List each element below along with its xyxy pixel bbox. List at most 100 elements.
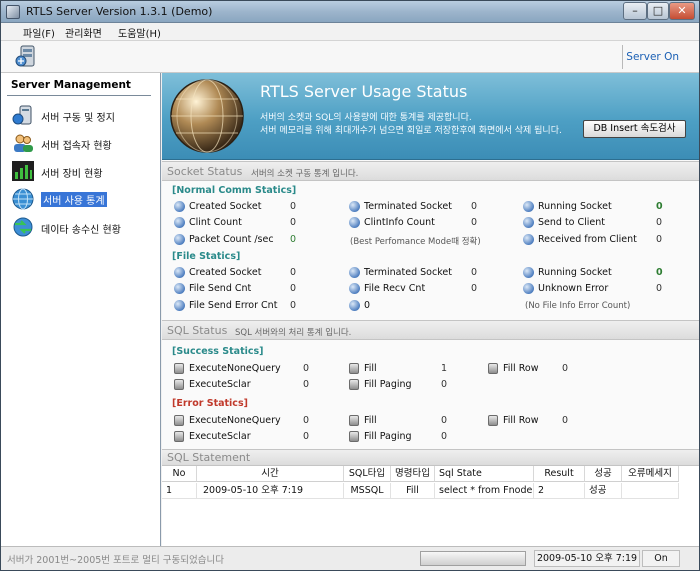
sql-statement-table[interactable]: No 시간 SQL타입 명령타입 Sql State Result 성공 오류메…: [162, 466, 699, 546]
sidebar-divider: [7, 95, 151, 96]
column-header-result[interactable]: Result: [534, 466, 585, 482]
stat-value: 0: [656, 283, 663, 294]
section-subtitle: 서버의 소켓 구동 통계 입니다.: [251, 169, 359, 179]
server-toggle-button[interactable]: [13, 44, 41, 70]
section-title: Socket Status: [167, 165, 243, 178]
sidebar: Server Management 서버 구동 및 정지 서버 접속자 현황 서…: [1, 73, 161, 546]
server-icon: [15, 45, 35, 67]
table-cell[interactable]: 1: [162, 483, 197, 499]
app-icon: [6, 5, 20, 19]
normal-comm-title: [Normal Comm Statics]: [172, 185, 297, 196]
server-status-label: Server On: [626, 51, 679, 63]
banner-description-2: 서버 메모리를 위해 최대개수가 넘으면 회일로 저장한후에 화면에서 삭제 됩…: [260, 126, 562, 136]
section-title: SQL Statement: [167, 451, 251, 464]
status-datetime: 2009-05-10 오후 7:19: [534, 550, 640, 567]
sidebar-item-devices[interactable]: 서버 장비 현황: [11, 159, 151, 183]
menu-management[interactable]: 관리화면: [65, 25, 102, 40]
sidebar-item-label: 서버 구동 및 정지: [41, 113, 115, 124]
sidebar-item-data-transfer[interactable]: 데이타 송수신 현황: [11, 215, 151, 239]
sidebar-item-label: 데이타 송수신 현황: [41, 225, 121, 236]
app-window: RTLS Server Version 1.3.1 (Demo) – □ ✕ 파…: [0, 0, 700, 571]
window-title: RTLS Server Version 1.3.1 (Demo): [26, 5, 213, 18]
table-cell[interactable]: select * from FnodeData: [435, 483, 534, 499]
error-statics-title: [Error Statics]: [172, 398, 248, 409]
stat-value: 0: [290, 283, 297, 294]
stat-value: 0: [471, 267, 478, 278]
column-header-no[interactable]: No: [162, 466, 197, 482]
sidebar-item-server-start[interactable]: 서버 구동 및 정지: [11, 103, 151, 127]
stat-value: 0: [562, 363, 569, 374]
banner-description-1: 서버의 소켓과 SQL의 사용량에 대한 통계를 제공합니다.: [260, 113, 472, 123]
transfer-icon: [13, 217, 33, 237]
sidebar-item-usage-stats[interactable]: 서버 사용 통계: [11, 187, 151, 211]
table-cell[interactable]: Fill: [391, 483, 435, 499]
menu-bar: 파일(F) 관리화면 도움말(H): [1, 23, 699, 41]
stat-value: 0: [290, 201, 297, 212]
best-performance-note: (Best Perfomance Mode때 정확): [350, 237, 481, 247]
section-title: SQL Status: [167, 324, 228, 337]
stat-value: 0: [656, 201, 663, 212]
globe-icon: [12, 188, 34, 210]
status-bar: 서버가 2001번~2005번 포트로 멀티 구동되었습니다 2009-05-1…: [1, 546, 699, 570]
stat-value: 0: [471, 201, 478, 212]
sidebar-item-label: 서버 장비 현황: [41, 169, 103, 180]
minimize-button[interactable]: –: [623, 2, 647, 20]
section-subtitle: SQL 서버와의 처리 통계 입니다.: [235, 328, 352, 338]
stat-value: 0: [290, 267, 297, 278]
column-header-command-type[interactable]: 명령타입: [391, 466, 435, 482]
sidebar-item-label: 서버 접속자 현황: [41, 141, 112, 152]
users-icon: [14, 134, 33, 152]
stat-value: 0: [562, 415, 569, 426]
table-cell[interactable]: [622, 483, 679, 499]
stat-value: 0: [656, 234, 663, 245]
main-panel: RTLS Server Usage Status 서버의 소켓과 SQL의 사용…: [162, 73, 699, 546]
maximize-button[interactable]: □: [647, 2, 669, 20]
stat-value: 0: [290, 234, 297, 245]
stat-value: 0: [656, 217, 663, 228]
stat-value: 0: [303, 431, 310, 442]
banner: RTLS Server Usage Status 서버의 소켓과 SQL의 사용…: [162, 73, 699, 160]
column-header-error-message[interactable]: 오류메세지: [622, 466, 679, 482]
success-statics-title: [Success Statics]: [172, 346, 264, 357]
column-header-success[interactable]: 성공: [585, 466, 622, 482]
menu-file[interactable]: 파일(F): [23, 25, 55, 40]
device-chart-icon: [12, 161, 34, 181]
stat-value: 0: [656, 267, 663, 278]
stat-value: 0: [303, 379, 310, 390]
toolbar: Server On: [1, 41, 699, 73]
stat-value: 0: [441, 415, 448, 426]
sidebar-item-label: 서버 사용 통계: [41, 192, 107, 207]
server-start-icon: [12, 105, 32, 125]
globe-logo-icon: [170, 79, 244, 153]
stat-value: 0: [303, 363, 310, 374]
no-file-info-note: (No File Info Error Count): [525, 301, 631, 311]
menu-help[interactable]: 도움말(H): [118, 25, 161, 40]
column-header-sql-state[interactable]: Sql State: [435, 466, 534, 482]
sidebar-title: Server Management: [11, 79, 131, 91]
stat-value: 0: [303, 415, 310, 426]
column-header-sql-type[interactable]: SQL타입: [344, 466, 391, 482]
table-cell[interactable]: 2: [534, 483, 585, 499]
status-message: 서버가 2001번~2005번 포트로 멀티 구동되었습니다: [7, 555, 224, 566]
sidebar-item-connected-users[interactable]: 서버 접속자 현황: [11, 131, 151, 155]
stat-value: 0: [290, 217, 297, 228]
stat-value: 1: [441, 363, 448, 374]
title-bar: RTLS Server Version 1.3.1 (Demo) – □ ✕: [1, 1, 699, 23]
column-header-time[interactable]: 시간: [197, 466, 344, 482]
banner-title: RTLS Server Usage Status: [260, 82, 468, 101]
stat-value: 0: [441, 379, 448, 390]
status-state: On: [642, 550, 680, 567]
socket-status-header: Socket Status 서버의 소켓 구동 통계 입니다.: [162, 161, 699, 181]
toolbar-separator: [622, 45, 623, 69]
sql-status-header: SQL Status SQL 서버와의 처리 통계 입니다.: [162, 320, 699, 340]
table-cell[interactable]: 2009-05-10 오후 7:19: [197, 483, 344, 499]
sql-statement-header: SQL Statement: [162, 449, 699, 466]
db-insert-speed-test-button[interactable]: DB Insert 속도검사: [583, 120, 686, 138]
table-cell[interactable]: 성공: [585, 483, 622, 499]
table-cell[interactable]: MSSQL: [344, 483, 391, 499]
stat-value: 0: [471, 283, 478, 294]
file-statics-title: [File Statics]: [172, 251, 241, 262]
stat-value: 0: [471, 217, 478, 228]
close-button[interactable]: ✕: [669, 2, 695, 20]
stat-value: 0: [441, 431, 448, 442]
